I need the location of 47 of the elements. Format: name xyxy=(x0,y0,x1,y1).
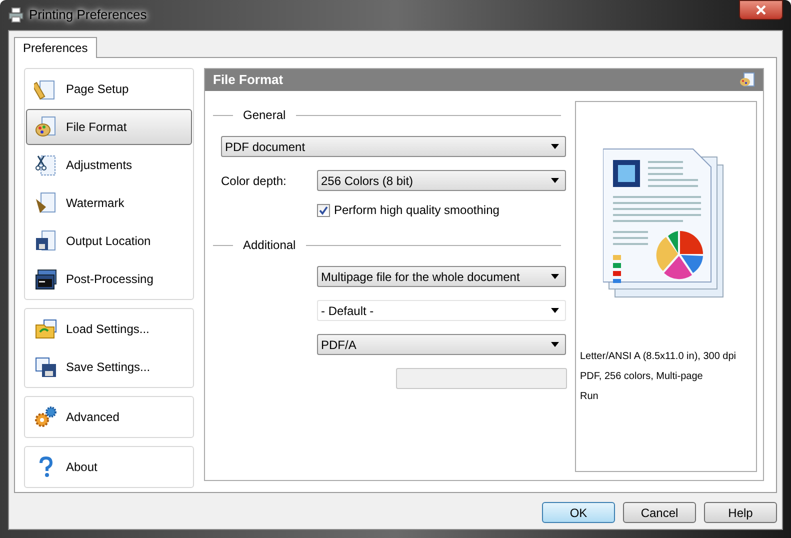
summary-line: PDF, 256 colors, Multi-page xyxy=(580,370,704,384)
sidebar-item[interactable]: About xyxy=(26,449,192,485)
checkbox-label: Perform high quality smoothing xyxy=(334,202,500,219)
section-heading: General xyxy=(243,107,286,124)
summary-line: Letter/ANSI A (8.5x11.0 in), 300 dpi xyxy=(580,350,738,364)
dialog-button[interactable]: OK xyxy=(542,502,615,523)
caret-icon xyxy=(551,178,559,183)
gears-icon xyxy=(34,405,58,429)
dropdown[interactable]: PDF document xyxy=(221,136,566,157)
save-icon xyxy=(34,355,58,379)
palette-document-icon xyxy=(34,115,58,139)
sidebar-item[interactable]: Post-Processing xyxy=(26,261,192,297)
printer-icon xyxy=(8,7,24,23)
panel-title: File Format xyxy=(213,71,284,90)
caret-icon xyxy=(551,274,559,279)
palette-icon xyxy=(739,72,755,88)
caret-icon xyxy=(551,144,559,149)
caret-icon xyxy=(551,308,559,313)
dropdown[interactable]: PDF/A xyxy=(317,334,566,355)
sidebar-item[interactable]: Output Location xyxy=(26,223,192,259)
close-icon xyxy=(756,5,766,15)
section-heading: Additional xyxy=(243,237,296,254)
tab[interactable]: Preferences xyxy=(14,37,97,58)
sidebar-item[interactable]: Save Settings... xyxy=(26,349,192,385)
sidebar-item[interactable]: Adjustments xyxy=(26,147,192,183)
dialog-button[interactable]: Cancel xyxy=(623,502,696,523)
combo-box[interactable]: - Default - xyxy=(317,300,566,321)
dropdown[interactable]: 256 Colors (8 bit) xyxy=(317,170,566,191)
sidebar-item[interactable]: Page Setup xyxy=(26,71,192,107)
checkbox[interactable] xyxy=(317,204,330,216)
dialog-button[interactable]: Help xyxy=(704,502,777,523)
check-icon xyxy=(319,206,328,214)
sidebar-item[interactable]: File Format xyxy=(26,109,192,145)
floppy-document-icon xyxy=(34,229,58,253)
sidebar-item[interactable]: Watermark xyxy=(26,185,192,221)
close-button[interactable] xyxy=(739,0,783,20)
field-label: Color depth: xyxy=(221,172,288,190)
console-window-icon xyxy=(34,267,58,291)
sidebar-item[interactable]: Load Settings... xyxy=(26,311,192,347)
stamp-document-icon xyxy=(34,191,58,215)
sidebar-item[interactable]: Advanced xyxy=(26,399,192,435)
caret-icon xyxy=(551,342,559,347)
summary-line: Run xyxy=(580,390,600,404)
window-title: Printing Preferences xyxy=(29,6,147,24)
scissors-document-icon xyxy=(34,153,58,177)
open-folder-icon xyxy=(34,317,58,341)
dropdown[interactable]: Multipage file for the whole document xyxy=(317,266,566,287)
